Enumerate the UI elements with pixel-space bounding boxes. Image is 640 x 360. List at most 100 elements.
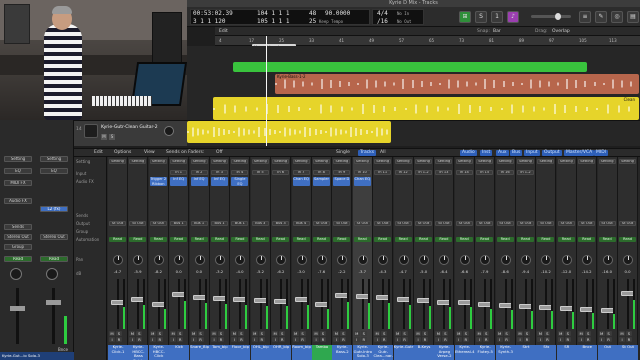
region-green[interactable] (233, 62, 587, 72)
channel-input-monitor[interactable]: I (292, 337, 299, 342)
inspector-read-2[interactable]: Read (40, 256, 68, 262)
channel-solo-button[interactable]: S (299, 331, 306, 336)
channel-solo-button[interactable]: S (116, 331, 122, 336)
inspector-sends[interactable]: Sends (4, 224, 32, 230)
channel-solo-button[interactable]: S (422, 331, 428, 336)
channel-output-slot[interactable]: St Out (333, 221, 351, 226)
channel-name[interactable]: Kyrie-Click-1 (108, 345, 128, 360)
channel-pan-knob[interactable] (561, 255, 572, 265)
channel-mute-button[interactable]: M (251, 331, 258, 336)
channel-input-slot[interactable]: In 12 (394, 170, 412, 175)
channel-pan-knob[interactable] (459, 255, 470, 265)
channel-input-monitor[interactable]: I (455, 337, 462, 342)
playhead[interactable] (266, 36, 267, 146)
channel-name[interactable]: Kyrie-Arpeg Verse-2 (434, 345, 455, 360)
channel-setting-button[interactable]: Setting (149, 159, 167, 164)
channel-name[interactable]: Tambo (312, 345, 332, 360)
channel-input-slot[interactable]: In 10 (353, 170, 371, 175)
channel-automation-read[interactable]: Read (109, 237, 126, 242)
drag-select[interactable]: Overlap (552, 29, 570, 34)
channel-name[interactable]: Kyrie-Gutr (393, 345, 414, 360)
channel-mute-button[interactable]: M (292, 331, 299, 336)
channel-output-slot[interactable]: St Out (129, 221, 147, 226)
channel-name[interactable]: Sfx (536, 345, 557, 360)
channel-fader-track[interactable] (361, 279, 364, 329)
channel-setting-button[interactable]: Setting (374, 159, 392, 164)
channel-pan-knob[interactable] (480, 255, 491, 265)
channel-automation-read[interactable]: Read (537, 237, 555, 242)
channel-pan-knob[interactable] (113, 255, 123, 265)
track-pan-knob[interactable] (164, 126, 174, 136)
channel-record-enable[interactable]: R (340, 337, 347, 342)
lcd-display[interactable]: 00:53:02.39 3 1 1 120 104 1 1 1 105 1 1 … (190, 9, 370, 25)
track-header-selected[interactable]: 14 Kyrie-Gutr-Clean Guitar-2 M S (74, 120, 187, 146)
channel-record-enable[interactable]: R (524, 337, 530, 342)
channel-solo-button[interactable]: S (564, 331, 571, 336)
loop-browser-button[interactable]: ◎ (611, 11, 623, 23)
channel-strip[interactable]: Setting In 1 Inf EQ Bus 1 Read 0.0 M S I R Kick (169, 157, 190, 360)
channel-setting-button[interactable]: Setting (476, 159, 494, 164)
channel-output-slot[interactable]: Bus 3 (272, 221, 290, 226)
channel-strip[interactable]: Setting In 10 Chan EQ St Out Read -3.7 M S I R Kyr… (352, 157, 373, 360)
channel-mute-button[interactable]: M (313, 331, 319, 336)
channel-solo-button[interactable]: S (524, 331, 530, 336)
channel-pan-knob[interactable] (582, 255, 593, 265)
channel-solo-button[interactable]: S (605, 331, 612, 336)
channel-mute-button[interactable]: M (496, 331, 503, 336)
mixer-all-button[interactable]: All (380, 150, 386, 156)
mixer-view-menu[interactable]: View (144, 150, 155, 156)
channel-automation-read[interactable]: Read (170, 237, 188, 242)
channel-automation-read[interactable]: Read (455, 237, 473, 242)
tracks-edit-menu[interactable]: Edit (219, 29, 228, 34)
channel-input-monitor[interactable]: I (496, 337, 503, 342)
channel-audio-fx-slot[interactable]: Single EQ (231, 177, 249, 186)
track-solo-button[interactable]: S (109, 134, 115, 140)
channel-record-enable[interactable]: R (279, 337, 286, 342)
channel-mute-button[interactable]: M (476, 331, 483, 336)
channel-record-enable[interactable]: R (177, 337, 184, 342)
channel-pan-knob[interactable] (521, 255, 531, 265)
channel-setting-button[interactable]: Setting (517, 159, 534, 164)
channel-name[interactable]: Kyrie-HBCC-Click (148, 345, 169, 360)
channel-automation-read[interactable]: Read (517, 237, 534, 242)
channel-setting-button[interactable]: Setting (578, 159, 596, 164)
channel-pan-knob[interactable] (153, 255, 164, 265)
channel-automation-read[interactable]: Read (292, 237, 310, 242)
region-bass[interactable]: Kyrie-Bass-1-2 (275, 74, 639, 94)
channel-setting-button[interactable]: Setting (598, 159, 616, 164)
channel-mute-button[interactable]: M (170, 331, 177, 336)
channel-pan-knob[interactable] (378, 255, 389, 265)
channel-strip[interactable]: Setting St Out Read -12.0 M S I R SR (556, 157, 577, 360)
channel-input-monitor[interactable]: I (557, 337, 564, 342)
channel-pan-knob[interactable] (500, 255, 511, 265)
channel-strip[interactable]: Setting In 15 St Out Read -7.9 M S I R Kyrie-Flut… (475, 157, 496, 360)
track-name[interactable]: Kyrie-Gutr-Clean Guitar-2 (101, 125, 158, 130)
channel-input-monitor[interactable]: I (272, 337, 279, 342)
channel-mute-button[interactable]: M (598, 331, 605, 336)
channel-automation-read[interactable]: Read (353, 237, 371, 242)
channel-output-slot[interactable]: Bus 3 (251, 221, 269, 226)
channel-pan-knob[interactable] (235, 255, 246, 265)
channel-fader-track[interactable] (219, 279, 221, 329)
channel-strip[interactable]: Setting In 1-2 St Out Read -5.0 M S I R B-Keys (414, 157, 434, 360)
inspector-pan-knob-1[interactable] (10, 268, 22, 280)
channel-audio-fx-slot[interactable]: Inf EQ (211, 177, 228, 186)
channel-input-slot[interactable]: In 1 (170, 170, 188, 175)
channel-automation-read[interactable]: Read (149, 237, 167, 242)
metronome-button[interactable]: ♪ (507, 11, 519, 23)
channel-output-slot[interactable]: Bus 1 (170, 221, 188, 226)
channel-input-monitor[interactable]: I (211, 337, 217, 342)
inspector-pan-knob-2[interactable] (46, 268, 58, 280)
channel-mute-button[interactable]: M (415, 331, 421, 336)
channel-mute-button[interactable]: M (333, 331, 340, 336)
inspector-output-2[interactable]: Stereo Out (40, 234, 68, 240)
region-guitar[interactable] (187, 121, 391, 143)
channel-setting-button[interactable]: Setting (292, 159, 310, 164)
channel-record-enable[interactable]: R (258, 337, 265, 342)
channel-output-slot[interactable]: St Out (517, 221, 534, 226)
channel-output-slot[interactable]: St Out (619, 221, 636, 226)
inspector-eq-2[interactable]: EQ (40, 168, 68, 174)
channel-name[interactable]: B-Keys (414, 345, 434, 360)
channel-solo-button[interactable]: S (238, 331, 245, 336)
channel-record-enable[interactable]: R (401, 337, 408, 342)
